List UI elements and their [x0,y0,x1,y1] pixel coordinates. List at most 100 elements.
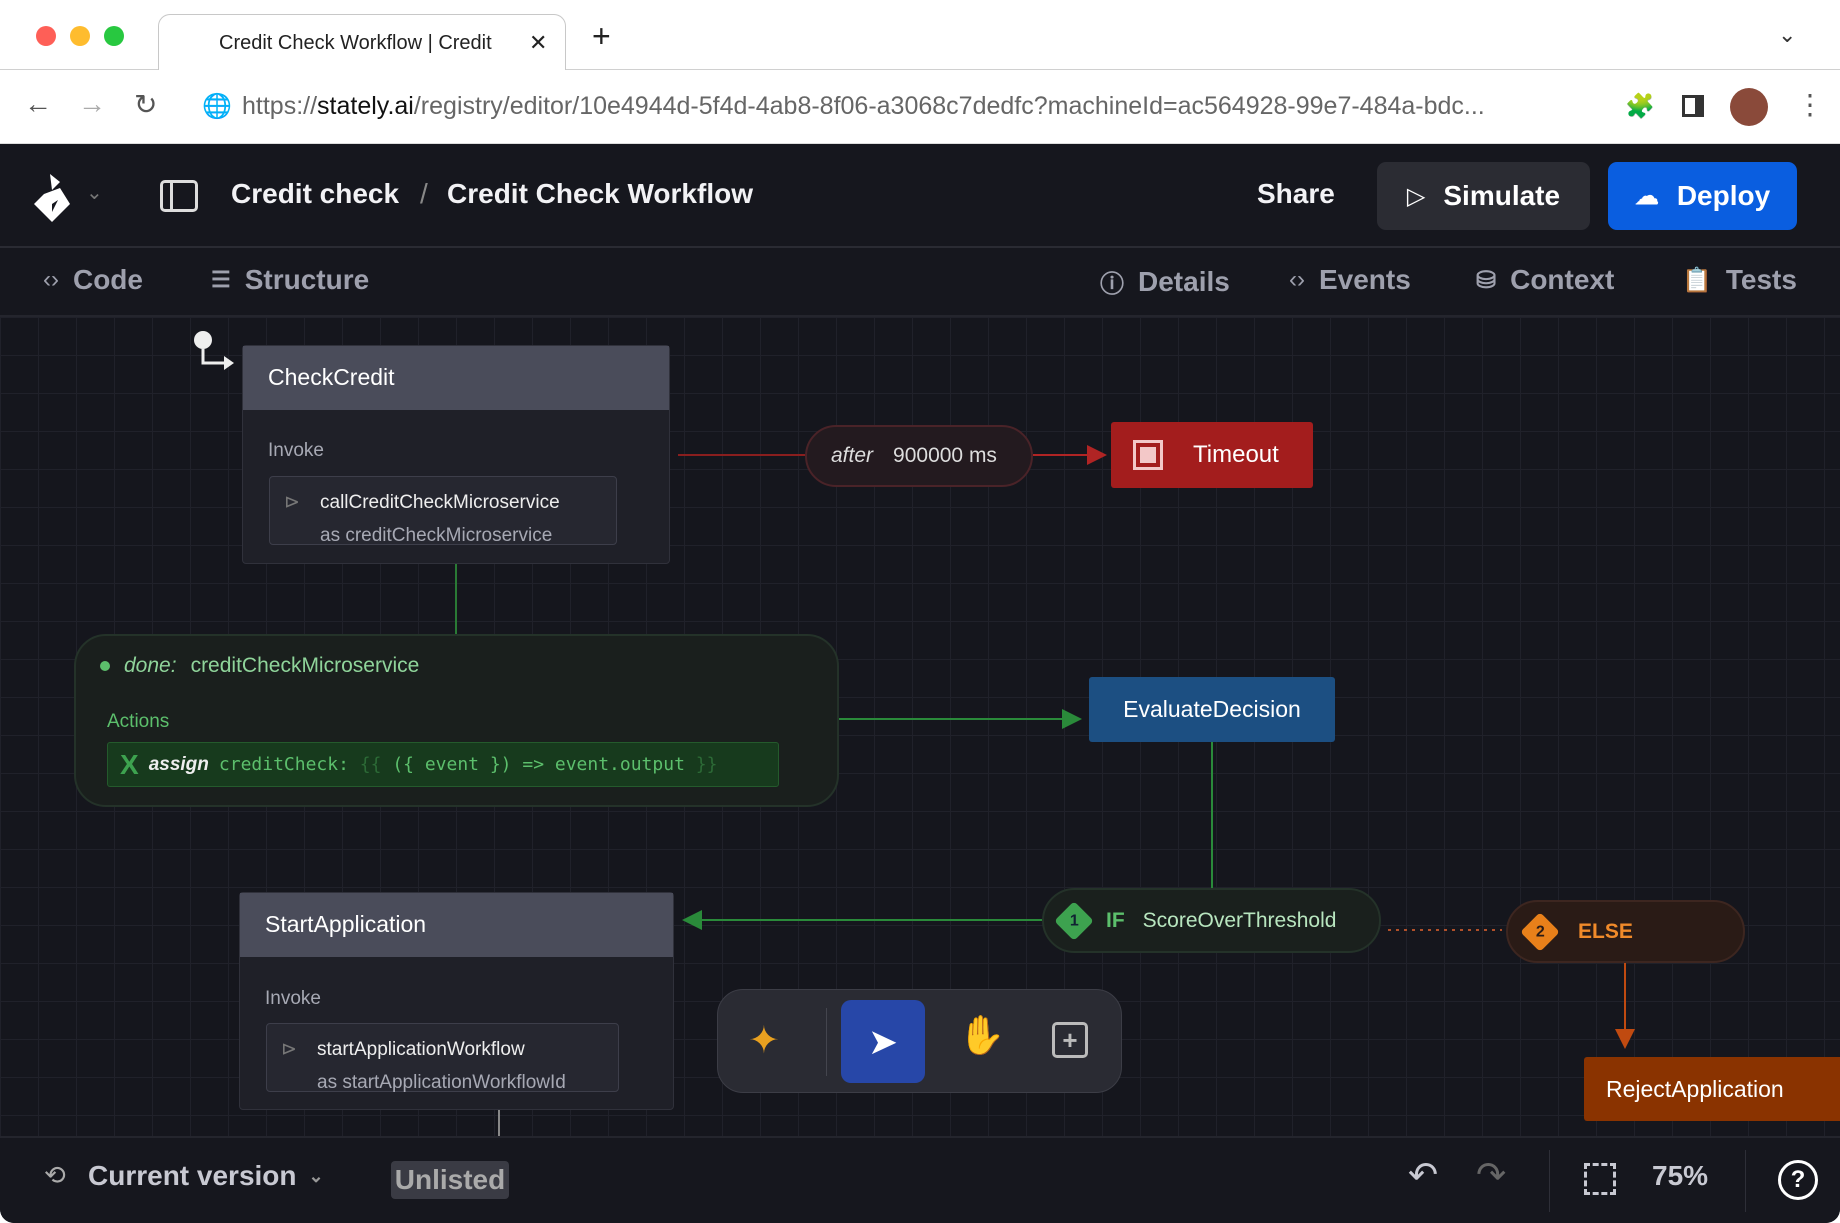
add-state-icon[interactable]: + [1052,1022,1088,1058]
state-node-startapplication[interactable]: StartApplication Invoke ⊳ startApplicati… [239,892,674,1110]
cursor-arrow-icon: ➤ [867,1020,899,1062]
tab-structure[interactable]: ☰ Structure [211,264,369,296]
divider [1549,1150,1550,1212]
state-node-rejectapplication[interactable]: RejectApplication [1584,1057,1840,1121]
tab-list-chevron-icon[interactable]: ⌄ [1778,22,1796,48]
done-keyword: done: [124,654,177,677]
done-transition[interactable]: done: creditCheckMicroservice Actions X … [74,634,839,807]
state-title: RejectApplication [1606,1075,1784,1102]
url-prefix: https:// [242,92,318,120]
sparkles-icon[interactable]: ✦ [748,1018,780,1063]
divider [1745,1150,1746,1212]
breadcrumb-machine[interactable]: Credit Check Workflow [447,178,753,210]
state-node-evaluatedecision[interactable]: EvaluateDecision [1089,677,1335,742]
action-keyword: assign [148,753,209,775]
invoke-item[interactable]: ⊳ callCreditCheckMicroservice as creditC… [269,476,617,546]
zoom-level[interactable]: 75% [1652,1160,1708,1192]
palette-divider [826,1008,827,1076]
extensions-icon[interactable]: 🧩 [1625,92,1655,121]
guard-if-scoreoverthreshold[interactable]: 1 IF ScoreOverThreshold [1042,888,1381,953]
fit-view-icon[interactable] [1584,1163,1616,1195]
minimize-window-button[interactable] [70,26,90,46]
share-button[interactable]: Share [1257,178,1335,210]
cloud-upload-icon: ☁ [1634,182,1659,210]
invoke-service: callCreditCheckMicroservice [320,492,560,513]
state-title: Timeout [1193,441,1279,468]
globe-icon: 🌐 [202,93,232,120]
guard-index-badge: 2 [1520,911,1560,952]
stately-editor: ⌄ Credit check / Credit Check Workflow S… [0,144,1840,1223]
code-icon: ‹› [43,266,59,293]
invoke-item[interactable]: ⊳ startApplicationWorkflow as startAppli… [266,1023,619,1093]
history-icon: ⟲ [44,1160,66,1190]
hand-tool-icon[interactable]: ✋ [958,1014,1005,1058]
guard-name: ScoreOverThreshold [1142,908,1337,932]
database-icon: ⛁ [1476,266,1497,294]
version-selector[interactable]: Current version ⌄ [88,1160,324,1192]
breadcrumb-project[interactable]: Credit check [231,178,399,210]
visibility-badge[interactable]: Unlisted [391,1161,509,1199]
tab-events-label: Events [1318,264,1411,295]
avatar[interactable] [1730,88,1768,126]
tab-tests-label: Tests [1725,264,1797,295]
close-window-button[interactable] [36,26,56,46]
panel-toolbar: ‹› Code ☰ Structure ⓘ Details ‹› Events ⛁ Con… [0,248,1840,317]
assign-icon: X [120,748,139,780]
actions-label: Actions [107,711,170,732]
play-circle-icon: ⊳ [284,492,300,513]
redo-icon[interactable]: ↷ [1476,1154,1506,1196]
done-event: creditCheckMicroservice [190,654,420,677]
tab-tests[interactable]: 📋 Tests [1682,264,1797,296]
url-field[interactable]: https://stately.ai/registry/editor/10e49… [242,92,1485,121]
structure-icon: ☰ [211,267,231,292]
toggle-sidebar-icon[interactable] [160,180,198,212]
deploy-label: Deploy [1676,180,1771,211]
state-title: StartApplication [240,893,673,957]
initial-arrow-head [224,356,234,370]
close-tab-icon[interactable]: ✕ [529,30,547,56]
browser-tab[interactable]: Credit Check Workflow | Credit ✕ [158,14,566,71]
action-code: creditCheck: {{ ({ event }) => event.out… [218,754,718,775]
after-delay: 900000 ms [893,444,997,467]
invoke-service: startApplicationWorkflow [317,1039,525,1060]
bottom-bar: ⟲ Current version ⌄ Unlisted ↶ ↷ 75% ? [0,1136,1840,1223]
state-node-timeout[interactable]: Timeout [1111,422,1313,488]
guard-keyword: IF [1106,908,1125,932]
tab-details[interactable]: ⓘ Details [1100,264,1230,299]
app-header: ⌄ Credit check / Credit Check Workflow S… [0,144,1840,248]
maximize-window-button[interactable] [104,26,124,46]
address-bar: ← → ↻ 🌐 https://stately.ai/registry/edit… [0,70,1840,144]
stately-logo-icon[interactable] [30,172,74,224]
play-icon: ▷ [1406,182,1426,210]
tab-structure-label: Structure [244,264,370,295]
invoke-label: Invoke [265,988,321,1009]
code-icon: ‹› [1289,266,1305,293]
deploy-button[interactable]: ☁ Deploy [1608,162,1797,230]
undo-icon[interactable]: ↶ [1408,1154,1438,1196]
reload-icon[interactable]: ↻ [134,88,157,121]
help-icon[interactable]: ? [1778,1160,1818,1200]
simulate-label: Simulate [1443,180,1561,211]
guard-else[interactable]: 2 ELSE [1506,900,1745,963]
state-node-checkcredit[interactable]: CheckCredit Invoke ⊳ callCreditCheckMicr… [242,345,670,564]
guard-keyword: ELSE [1578,919,1633,943]
state-title: EvaluateDecision [1123,696,1301,722]
new-tab-icon[interactable]: + [592,18,611,55]
back-icon[interactable]: ← [24,88,52,120]
breadcrumb-separator: / [420,178,428,209]
logo-chevron-down-icon[interactable]: ⌄ [86,180,103,205]
after-transition[interactable]: after 900000 ms [805,425,1033,487]
forward-icon[interactable]: → [78,88,106,120]
state-machine-canvas[interactable]: CheckCredit Invoke ⊳ callCreditCheckMicr… [0,317,1840,1136]
simulate-button[interactable]: ▷ Simulate [1377,162,1590,230]
tab-code[interactable]: ‹› Code [43,264,143,296]
sidebar-icon[interactable] [1682,95,1704,117]
assign-action[interactable]: X assign creditCheck: {{ ({ event }) => … [107,742,779,787]
invoke-alias: as startApplicationWorkflowId [317,1072,566,1093]
tab-context[interactable]: ⛁ Context [1476,264,1614,296]
more-menu-icon[interactable]: ⋮ [1796,88,1824,121]
select-tool-button[interactable]: ➤ [841,1000,925,1083]
state-title: CheckCredit [243,346,669,410]
url-domain: stately.ai [317,92,414,120]
tab-events[interactable]: ‹› Events [1289,264,1411,296]
